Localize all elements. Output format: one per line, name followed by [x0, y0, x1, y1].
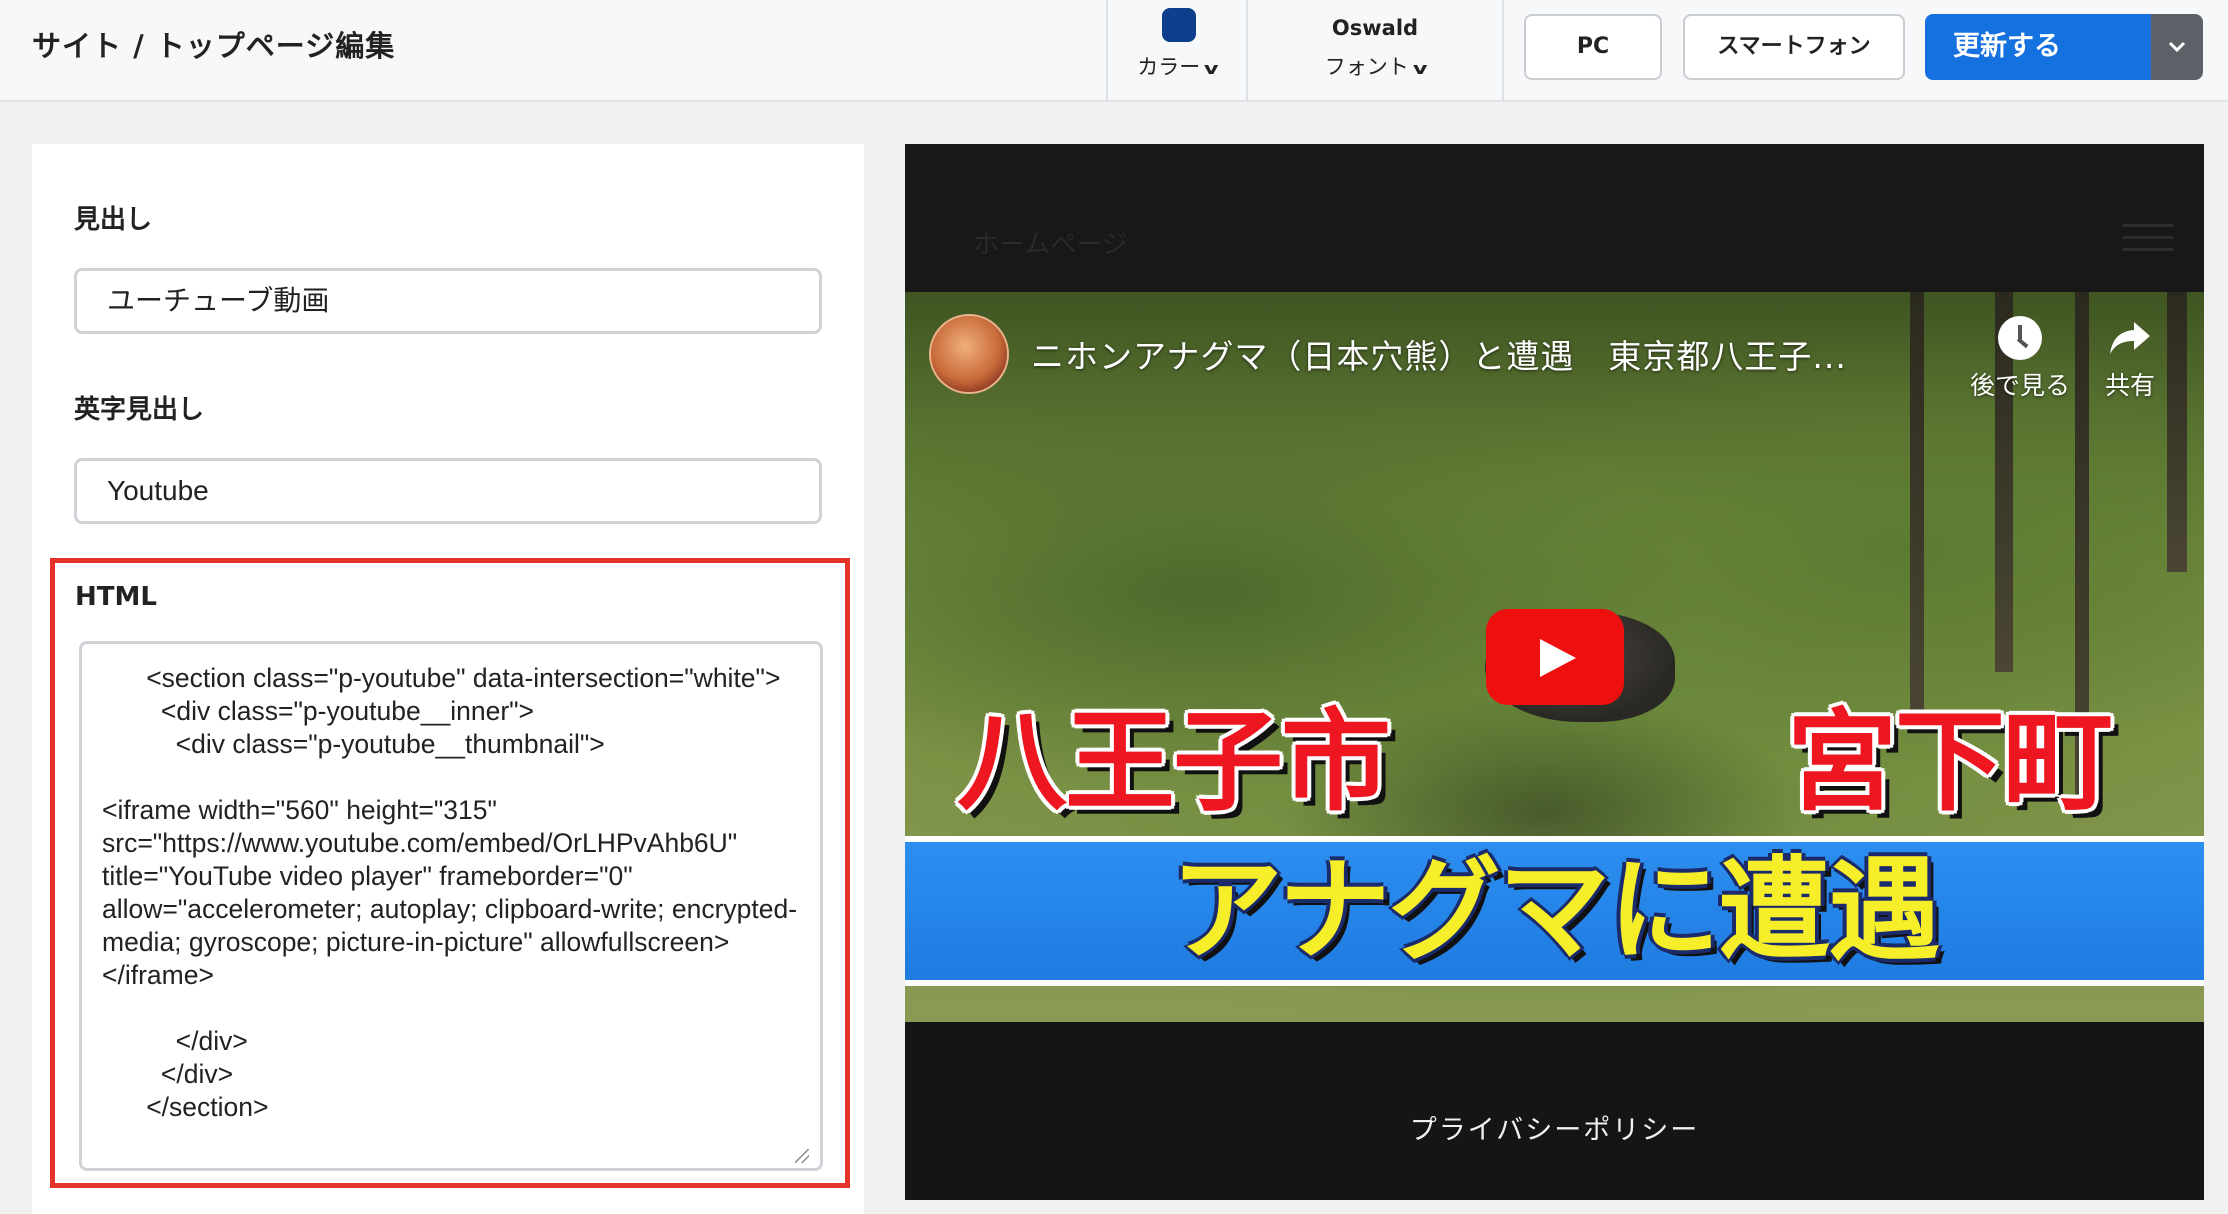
font-label: フォント [1324, 55, 1409, 79]
html-label: HTML [75, 582, 157, 612]
site-preview: ホームページ ニホンアナグマ（日本穴熊）と遭遇 東京都八王子... 後で見る 共… [905, 144, 2204, 1200]
chevron-down-icon: v [1204, 59, 1219, 78]
preview-header: ホームページ [905, 144, 2204, 292]
channel-avatar[interactable] [929, 314, 1009, 394]
html-field-highlight: HTML <section class="p-youtube" data-int… [50, 558, 850, 1188]
chevron-down-icon: v [1412, 59, 1428, 78]
font-name: Oswald [1331, 16, 1419, 40]
color-label: カラー [1137, 55, 1201, 79]
caption-right: 宮下町 [1787, 698, 2113, 826]
editor-panel: 見出し ユーチューブ動画 英字見出し Youtube HTML <section… [32, 144, 864, 1214]
en-heading-input[interactable]: Youtube [74, 458, 822, 524]
share-button[interactable]: 共有 [2075, 316, 2185, 402]
top-bar: サイト / トップページ編集 カラー v Oswald フォント v PC スマート… [0, 0, 2228, 102]
color-picker[interactable]: カラー v [1106, 0, 1246, 100]
play-button-icon[interactable] [1486, 609, 1624, 705]
clock-icon [1998, 316, 2042, 360]
home-link[interactable]: ホームページ [973, 224, 1128, 261]
pc-preview-button[interactable]: PC [1524, 14, 1662, 80]
caption-band-text: アナグマに遭遇 [1170, 846, 1941, 976]
watch-later-label: 後で見る [1969, 371, 2070, 400]
update-button[interactable]: 更新する [1925, 14, 2151, 80]
en-heading-label: 英字見出し [74, 395, 205, 425]
tree-trunk [1910, 292, 1924, 722]
font-picker[interactable]: Oswald フォント v [1246, 0, 1502, 100]
youtube-embed[interactable]: ニホンアナグマ（日本穴熊）と遭遇 東京都八王子... 後で見る 共有 八王子市 … [905, 292, 2204, 1022]
hamburger-menu-icon[interactable] [2122, 224, 2174, 260]
video-title[interactable]: ニホンアナグマ（日本穴熊）と遭遇 東京都八王子... [1031, 330, 1847, 378]
update-options-chevron-icon[interactable] [2151, 14, 2203, 80]
privacy-policy-link[interactable]: プライバシーポリシー [905, 1108, 2204, 1147]
caption-band: アナグマに遭遇 [905, 836, 2204, 986]
divider [1502, 0, 1504, 100]
heading-label: 見出し [74, 205, 153, 235]
html-textarea[interactable]: <section class="p-youtube" data-intersec… [79, 641, 823, 1171]
share-label: 共有 [2104, 371, 2155, 400]
smartphone-preview-button[interactable]: スマートフォン [1683, 14, 1905, 80]
resize-grip-icon[interactable] [795, 1149, 809, 1163]
breadcrumb: サイト / トップページ編集 [32, 29, 396, 63]
preview-footer: プライバシーポリシー [905, 1022, 2204, 1200]
caption-left: 八王子市 [957, 698, 1391, 826]
watch-later-button[interactable]: 後で見る [1965, 316, 2075, 402]
heading-input[interactable]: ユーチューブ動画 [74, 268, 822, 334]
share-icon [2108, 316, 2152, 360]
color-swatch[interactable] [1162, 8, 1196, 42]
